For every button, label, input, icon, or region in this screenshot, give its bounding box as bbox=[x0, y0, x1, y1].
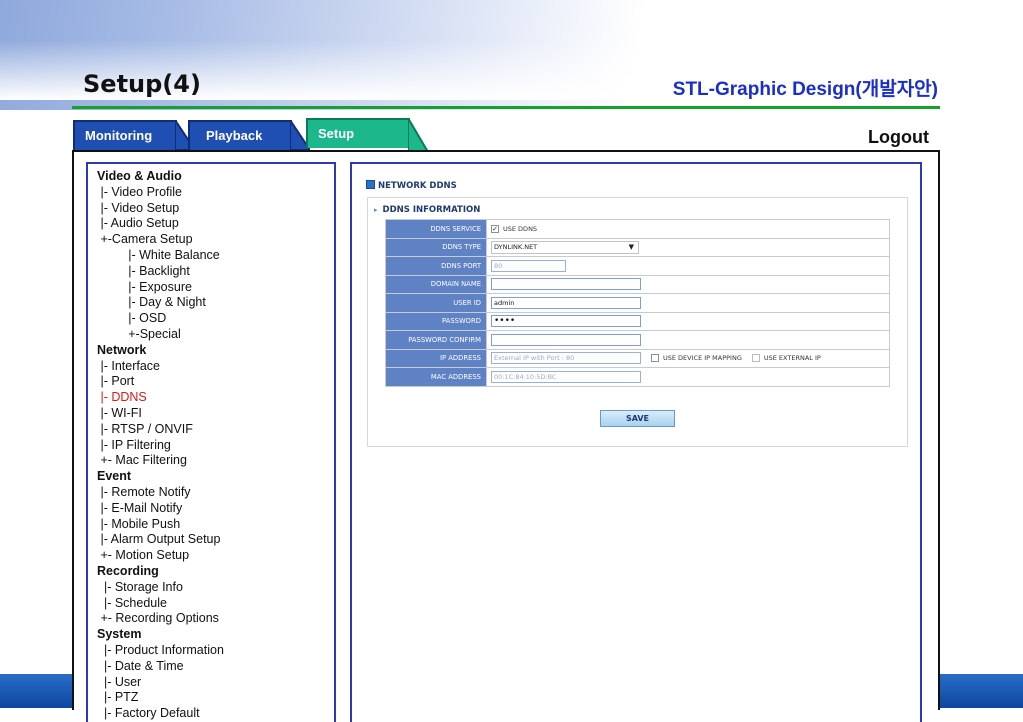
menu-item[interactable]: |- OSD bbox=[97, 311, 224, 327]
menu-category: Network bbox=[97, 342, 147, 357]
info-title: ▸ DDNS INFORMATION bbox=[374, 205, 480, 215]
menu-item[interactable]: |- Backlight bbox=[97, 264, 224, 280]
row-password: PASSWORD •••• bbox=[385, 311, 890, 331]
row-user-id: USER ID admin bbox=[385, 293, 890, 313]
use-ddns-checkbox[interactable]: ✓ bbox=[491, 224, 499, 233]
row-ddns-type: DDNS TYPE DYNLINK.NET ▼ bbox=[385, 237, 890, 257]
password-confirm-input[interactable] bbox=[491, 333, 641, 346]
row-domain-name: DOMAIN NAME bbox=[385, 274, 890, 294]
menu-item[interactable]: |- White Balance bbox=[97, 248, 224, 264]
menu-item[interactable]: |- Port bbox=[97, 374, 224, 390]
menu-item[interactable]: |- Mobile Push bbox=[97, 517, 224, 533]
user-id-cell: admin bbox=[486, 293, 890, 313]
menu-item[interactable]: +-Camera Setup bbox=[97, 232, 224, 248]
password-label: PASSWORD bbox=[385, 311, 487, 331]
mac-address-input[interactable]: 00:1C:84:10:5D:BC bbox=[491, 370, 641, 383]
domain-name-cell bbox=[486, 274, 890, 294]
menu-item[interactable]: +- Mac Filtering bbox=[97, 453, 224, 469]
menu-category: System bbox=[97, 627, 142, 642]
info-title-label: DDNS INFORMATION bbox=[382, 205, 481, 215]
row-ddns-service: DDNS SERVICE ✓ USE DDNS bbox=[385, 219, 890, 239]
page-subtitle: STL-Graphic Design(개발자안) bbox=[672, 79, 938, 100]
password-input[interactable]: •••• bbox=[491, 315, 641, 328]
menu-item[interactable]: |- Date & Time bbox=[97, 659, 224, 675]
tab-setup[interactable]: Setup bbox=[306, 118, 410, 148]
ddns-port-label: DDNS PORT bbox=[385, 256, 487, 276]
mac-address-cell: 00:1C:84:10:5D:BC bbox=[486, 367, 890, 387]
setup-menu: Video & Audio |- Video Profile |- Video … bbox=[97, 169, 224, 722]
external-ip-label: USE EXTERNAL IP bbox=[763, 354, 821, 363]
user-id-input[interactable]: admin bbox=[491, 296, 641, 309]
ddns-type-select[interactable]: DYNLINK.NET ▼ bbox=[491, 240, 639, 254]
menu-item[interactable]: |- PTZ bbox=[97, 690, 224, 706]
save-button[interactable]: SAVE bbox=[600, 410, 675, 427]
section-bullet-icon bbox=[366, 180, 375, 189]
tab-setup-slant-icon bbox=[408, 118, 430, 152]
menu-item[interactable]: +-Special bbox=[97, 327, 224, 343]
menu-item[interactable]: |- Remote Notify bbox=[97, 485, 224, 501]
menu-item[interactable]: |- Factory Default bbox=[97, 706, 224, 722]
ddns-service-label: DDNS SERVICE bbox=[385, 219, 487, 239]
ddns-port-input[interactable]: 80 bbox=[491, 259, 566, 272]
triangle-right-icon: ▸ bbox=[374, 206, 378, 214]
user-id-label: USER ID bbox=[385, 293, 487, 313]
tab-playback-label: Playback bbox=[206, 128, 263, 143]
ddns-type-label: DDNS TYPE bbox=[385, 237, 487, 257]
menu-item[interactable]: |- Day & Night bbox=[97, 295, 224, 311]
section-title: NETWORK DDNS bbox=[378, 181, 457, 191]
password-cell: •••• bbox=[486, 311, 890, 331]
domain-name-input[interactable] bbox=[491, 278, 641, 291]
ip-address-label: IP ADDRESS bbox=[385, 348, 487, 368]
menu-item[interactable]: |- WI-FI bbox=[97, 406, 224, 422]
title-divider bbox=[72, 106, 940, 109]
menu-item[interactable]: |- IP Filtering bbox=[97, 438, 224, 454]
menu-item[interactable]: |- Video Setup bbox=[97, 201, 224, 217]
page-title: Setup(4) bbox=[83, 70, 201, 98]
password-confirm-label: PASSWORD CONFIRM bbox=[385, 330, 487, 350]
menu-item[interactable]: |- Alarm Output Setup bbox=[97, 532, 224, 548]
mac-address-label: MAC ADDRESS bbox=[385, 367, 487, 387]
caret-down-icon: ▼ bbox=[628, 242, 634, 251]
menu-item[interactable]: |- User bbox=[97, 675, 224, 691]
menu-item[interactable]: |- RTSP / ONVIF bbox=[97, 422, 224, 438]
password-confirm-cell bbox=[486, 330, 890, 350]
menu-item[interactable]: |- DDNS bbox=[97, 390, 224, 406]
menu-item[interactable]: |- E-Mail Notify bbox=[97, 501, 224, 517]
tab-playback[interactable]: Playback bbox=[188, 120, 292, 150]
menu-item[interactable]: |- Schedule bbox=[97, 596, 224, 612]
device-ip-mapping-checkbox[interactable] bbox=[651, 354, 659, 363]
tab-monitoring[interactable]: Monitoring bbox=[73, 120, 177, 150]
menu-item[interactable]: |- Audio Setup bbox=[97, 216, 224, 232]
menu-category: Video & Audio bbox=[97, 169, 182, 183]
menu-category: Recording bbox=[97, 563, 159, 578]
external-ip-checkbox[interactable] bbox=[751, 354, 760, 363]
menu-item[interactable]: |- Video Profile bbox=[97, 185, 224, 201]
menu-item[interactable]: |- Product Information bbox=[97, 643, 224, 659]
menu-item[interactable]: +- Recording Options bbox=[97, 611, 224, 627]
device-ip-mapping-label: USE DEVICE IP MAPPING bbox=[663, 354, 742, 363]
menu-item[interactable]: |- Interface bbox=[97, 359, 224, 375]
ip-address-cell: External IP with Port : 80 USE DEVICE IP … bbox=[486, 348, 890, 368]
menu-category: Event bbox=[97, 469, 132, 484]
ddns-type-cell: DYNLINK.NET ▼ bbox=[486, 237, 890, 257]
use-ddns-label: USE DDNS bbox=[503, 224, 538, 233]
ddns-type-value: DYNLINK.NET bbox=[494, 242, 538, 251]
row-ip-address: IP ADDRESS External IP with Port : 80 USE… bbox=[385, 348, 890, 368]
section-header: NETWORK DDNS bbox=[366, 180, 457, 191]
domain-name-label: DOMAIN NAME bbox=[385, 274, 487, 294]
logout-link[interactable]: Logout bbox=[868, 127, 929, 148]
row-ddns-port: DDNS PORT 80 bbox=[385, 256, 890, 276]
ddns-port-cell: 80 bbox=[486, 256, 890, 276]
menu-item[interactable]: +- Motion Setup bbox=[97, 548, 224, 564]
menu-item[interactable]: |- Storage Info bbox=[97, 580, 224, 596]
row-mac-address: MAC ADDRESS 00:1C:84:10:5D:BC bbox=[385, 367, 890, 387]
ip-address-input[interactable]: External IP with Port : 80 bbox=[491, 352, 641, 365]
ddns-form: DDNS SERVICE ✓ USE DDNS DDNS TYPE DYNLINK… bbox=[385, 219, 890, 387]
ddns-service-cell: ✓ USE DDNS bbox=[486, 219, 890, 239]
row-password-confirm: PASSWORD CONFIRM bbox=[385, 330, 890, 350]
menu-item[interactable]: |- Exposure bbox=[97, 280, 224, 296]
